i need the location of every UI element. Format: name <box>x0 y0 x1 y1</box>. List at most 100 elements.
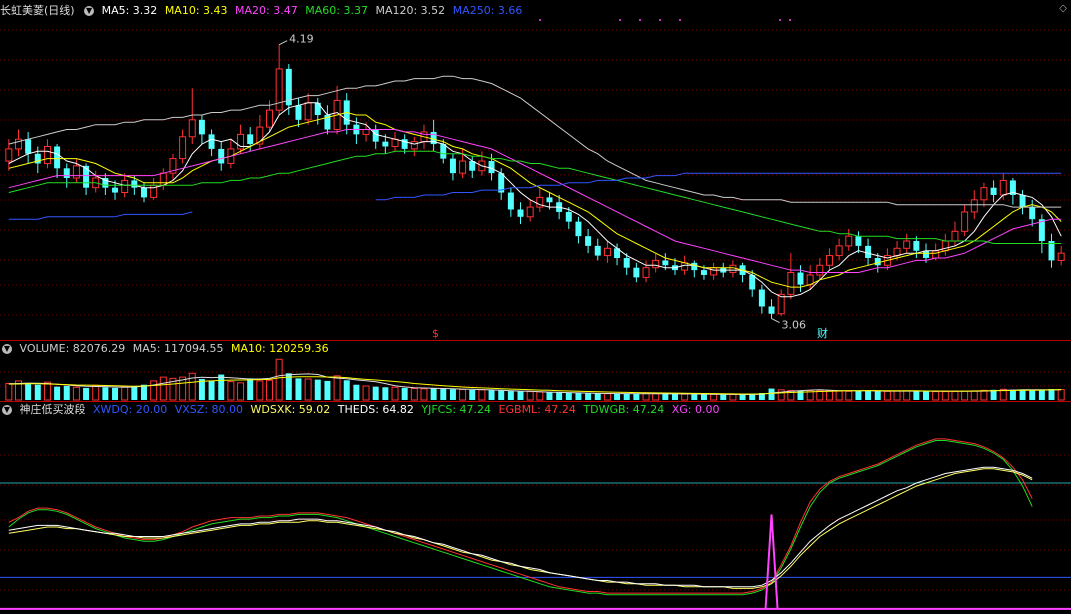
candle-body-down <box>623 258 630 268</box>
candle-body-up <box>304 102 312 121</box>
candle-body-down <box>218 148 225 164</box>
theds-label: THEDS: 64.82 <box>337 403 414 416</box>
volume-bar-down <box>1048 389 1055 400</box>
candle-body-down <box>83 165 90 188</box>
yjfcs-label: YJFCS: 47.24 <box>421 403 492 416</box>
candle-body-down <box>1029 207 1036 220</box>
ma10-label: MA10: 3.43 <box>164 4 228 17</box>
volume-ma10-label: MA10: 120259.36 <box>230 342 329 355</box>
candle-body-down <box>923 250 930 258</box>
volume-bar-down <box>575 392 582 400</box>
marker-cai: 财 <box>817 326 828 340</box>
volume-bar-down <box>140 384 147 400</box>
ma20-label: MA20: 3.47 <box>235 4 298 17</box>
ma120-label: MA120: 3.52 <box>375 4 446 17</box>
volume-bar-down <box>430 388 437 400</box>
signal-dot <box>619 19 621 21</box>
candle-body-up <box>932 250 940 259</box>
volume-bar-down <box>198 379 205 400</box>
volume-bar-up <box>188 372 196 401</box>
volume-bar-up <box>121 386 129 401</box>
xg-spike <box>764 514 779 609</box>
volume-bar-up <box>729 394 737 401</box>
volume-bar-down <box>498 390 505 400</box>
candle-body-down <box>990 187 997 195</box>
candle-body-down <box>208 134 215 149</box>
candle-body-up <box>903 240 911 249</box>
volume-bar-up <box>391 386 399 401</box>
volume-bar-up <box>478 389 486 401</box>
volume-bar-down <box>594 393 601 400</box>
volume-bar-down <box>324 380 331 400</box>
candle-body-down <box>913 241 920 251</box>
volume-bar-down <box>565 392 572 400</box>
candle-body-down <box>25 139 32 154</box>
volume-bar-down <box>749 394 756 400</box>
volume-bar-up <box>825 390 833 401</box>
egbml-label: EGBML: 47.24 <box>498 403 576 416</box>
candle-body-down <box>797 272 804 285</box>
stock-name: 长虹美菱 <box>0 4 44 17</box>
volume-collapse-icon[interactable]: ▼ <box>2 344 12 354</box>
volume-bar-down <box>739 394 746 400</box>
volume-bar-down <box>1038 389 1045 400</box>
volume-bar-down <box>671 394 678 400</box>
high-pointer <box>278 40 288 46</box>
volume-bar-down <box>372 386 379 400</box>
low-pointer <box>771 318 780 324</box>
candle-body-up <box>526 206 534 218</box>
indicator-collapse-icon[interactable]: ▼ <box>2 405 12 415</box>
candle-body-up <box>391 138 399 147</box>
volume-bar-down <box>556 392 563 400</box>
signal-dot <box>659 19 661 21</box>
candle-body-up <box>642 267 650 278</box>
volume-bar-down <box>865 390 872 400</box>
candle-body-up <box>121 179 129 194</box>
volume-bar-up <box>970 390 978 401</box>
volume-bar-down <box>691 394 698 400</box>
volume-label: VOLUME: 82076.29 <box>19 342 126 355</box>
xwdq-label: XWDQ: 20.00 <box>93 403 168 416</box>
volume-bar-up <box>362 385 370 401</box>
volume-bar-down <box>54 386 61 400</box>
volume-bar-down <box>469 389 476 400</box>
volume-bar-up <box>1057 389 1065 401</box>
candle-body-up <box>999 179 1007 196</box>
candle-body-down <box>575 221 582 237</box>
volume-bar-down <box>488 390 495 400</box>
signal-dot <box>539 19 541 21</box>
candle-body-up <box>787 272 795 295</box>
volume-bar-down <box>401 387 408 400</box>
volume-bar-down <box>585 393 592 400</box>
ma-line-ma5 <box>8 102 1062 298</box>
volume-bar-up <box>932 391 940 401</box>
volume-bar-down <box>507 391 514 400</box>
volume-bar-up <box>72 386 80 401</box>
volume-bar-down <box>112 387 119 400</box>
kline-chart[interactable]: 4.19 3.06 $ 财 <box>0 0 1071 614</box>
candle-body-up <box>603 247 611 257</box>
candle-body-up <box>179 136 187 160</box>
volume-bar-up <box>526 391 534 401</box>
indicator-name: 神庄低买波段 <box>19 403 86 416</box>
candle-body-up <box>459 160 467 174</box>
candle-body-up <box>410 141 418 150</box>
candle-body-up <box>681 262 689 271</box>
volume-bar-up <box>883 390 891 401</box>
candle-body-down <box>768 306 775 314</box>
candle-body-down <box>247 134 254 145</box>
volume-bar-down <box>768 388 775 400</box>
candle-body-down <box>874 258 881 266</box>
candle-body-down <box>758 289 765 307</box>
candle-body-down <box>546 197 553 203</box>
volume-bar-down <box>440 388 447 400</box>
volume-bar-up <box>951 390 959 401</box>
volume-bar-down <box>874 391 881 400</box>
volume-bar-up <box>845 390 853 401</box>
volume-bar-down <box>83 387 90 400</box>
collapse-icon[interactable]: ▼ <box>84 6 95 16</box>
xg-label: XG: 0.00 <box>671 403 720 416</box>
ma-line-ma20 <box>8 129 1062 273</box>
ma-line-ma120 <box>8 75 1062 208</box>
volume-bar-down <box>913 391 920 400</box>
